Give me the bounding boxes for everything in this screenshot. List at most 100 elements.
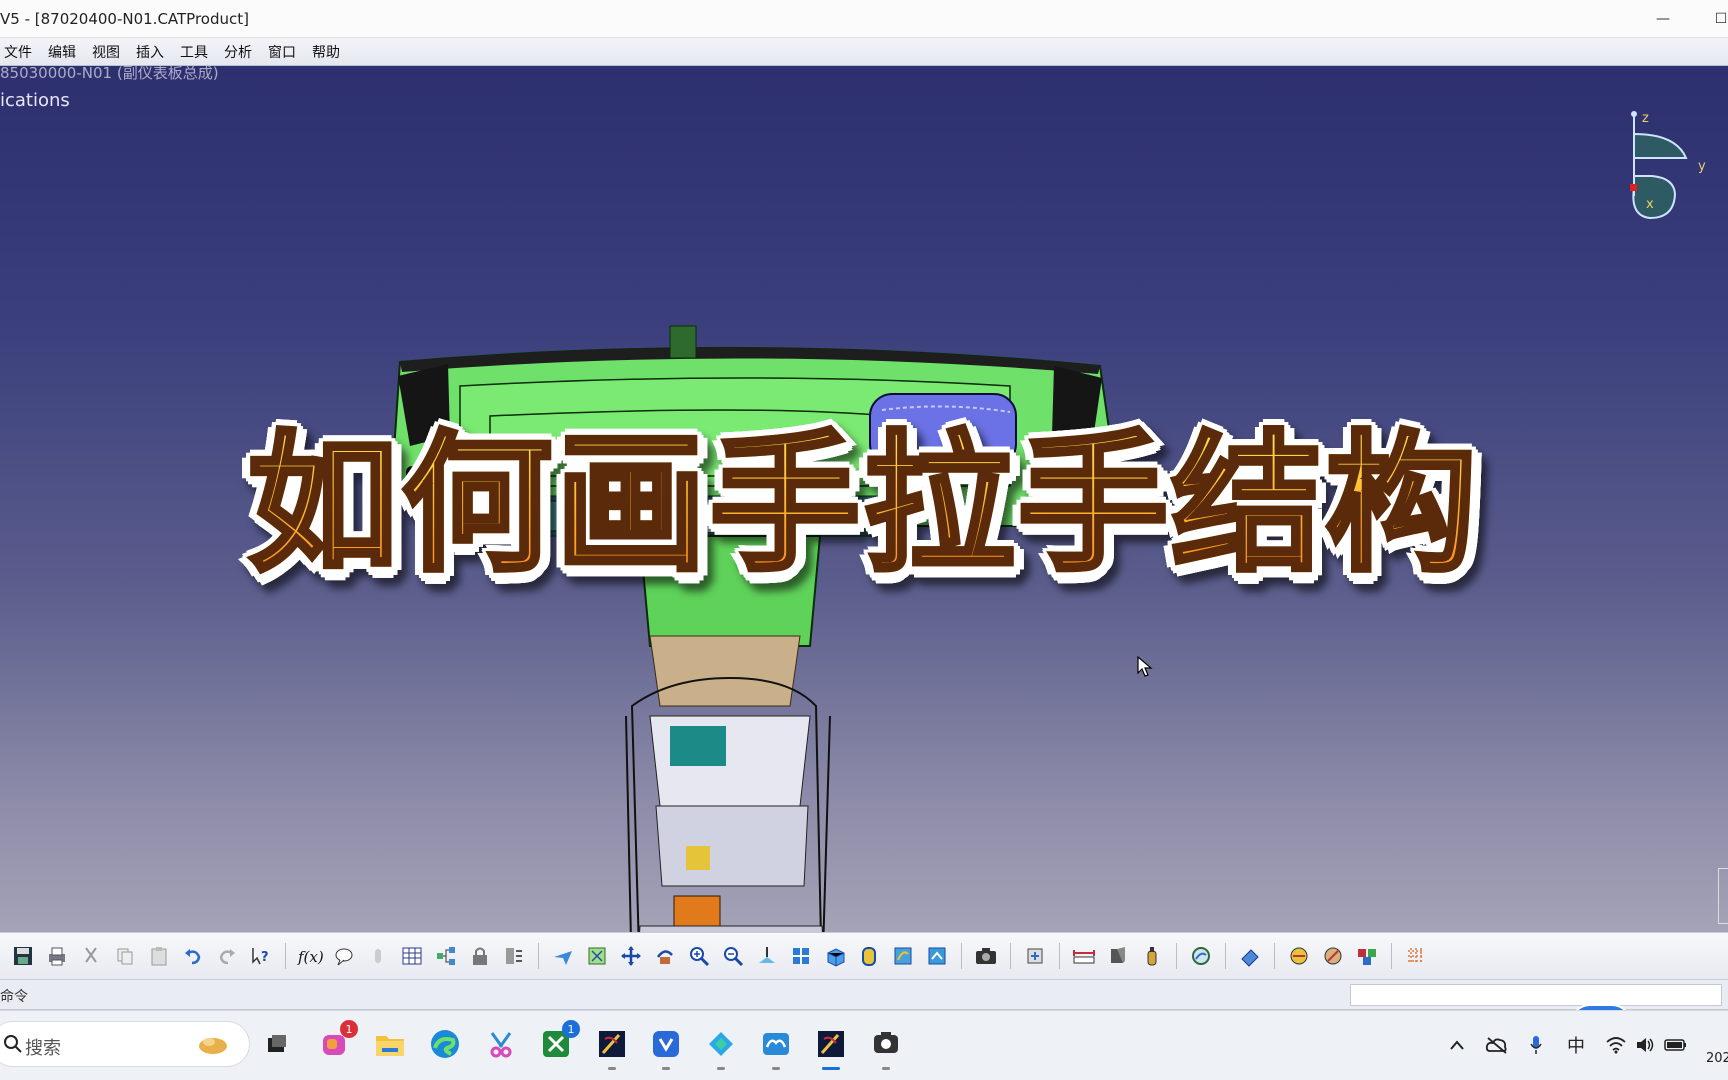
eraser-icon[interactable]	[1235, 941, 1265, 971]
cloud-offline-icon[interactable]	[1484, 1033, 1510, 1057]
security-app[interactable]	[648, 1026, 684, 1070]
mail-app[interactable]	[758, 1026, 794, 1070]
catia-app-1[interactable]	[594, 1026, 630, 1070]
task-view-app[interactable]	[259, 1026, 295, 1062]
cad-model[interactable]	[370, 286, 1130, 932]
save-icon[interactable]	[8, 941, 38, 971]
menu-insert[interactable]: 插入	[132, 42, 172, 62]
search-highlight-icon	[199, 1038, 227, 1054]
tree-root-node[interactable]: 85030000-N01 (副仪表板总成)	[0, 66, 219, 83]
compass-widget[interactable]: z y x	[1590, 108, 1710, 238]
fit-all-icon[interactable]	[582, 941, 612, 971]
snipping-icon	[490, 1032, 512, 1058]
table-icon[interactable]	[397, 941, 427, 971]
file-explorer-app[interactable]	[372, 1026, 408, 1062]
manipulate-icon[interactable]	[1103, 941, 1133, 971]
running-indicator	[882, 1067, 890, 1070]
normal-view-icon[interactable]	[752, 941, 782, 971]
compass-x-label: x	[1646, 197, 1654, 212]
measure-icon[interactable]	[1069, 941, 1099, 971]
sectioning-icon[interactable]	[1186, 941, 1216, 971]
apply-material-icon[interactable]	[1318, 941, 1348, 971]
minimize-button[interactable]: —	[1648, 6, 1678, 32]
wifi-icon[interactable]	[1604, 1033, 1628, 1057]
whats-this-icon[interactable]: ?	[246, 941, 276, 971]
update-icon[interactable]	[1020, 941, 1050, 971]
edge-app[interactable]	[427, 1026, 463, 1062]
toolbar-separator	[961, 943, 962, 969]
lock-icon[interactable]	[465, 941, 495, 971]
battery-icon[interactable]	[1664, 1033, 1688, 1057]
copy-icon[interactable]	[110, 941, 140, 971]
xbox-badge: 1	[562, 1020, 580, 1038]
tree-applications-node[interactable]: ications	[0, 90, 70, 111]
shading-icon[interactable]	[854, 941, 884, 971]
running-indicator	[662, 1067, 670, 1070]
command-input[interactable]	[1350, 984, 1722, 1006]
running-indicator	[772, 1067, 780, 1070]
window-title: V5 - [87020400-N01.CATProduct]	[0, 10, 249, 28]
folder-icon	[376, 1036, 404, 1056]
tree-icon[interactable]	[431, 941, 461, 971]
render-icon[interactable]	[1284, 941, 1314, 971]
screen-recorder-icon	[874, 1032, 898, 1053]
clash-icon[interactable]	[1137, 941, 1167, 971]
pan-icon[interactable]	[616, 941, 646, 971]
print-icon[interactable]	[42, 941, 72, 971]
edge-icon	[431, 1030, 459, 1058]
paste-icon[interactable]	[144, 941, 174, 971]
toolbar-separator	[1274, 943, 1275, 969]
viewport-edge-widget	[1718, 868, 1728, 924]
mouse-cursor-icon	[1137, 656, 1153, 677]
toolbar-separator	[1225, 943, 1226, 969]
catalog-icon[interactable]	[499, 941, 529, 971]
toolbar-separator	[538, 943, 539, 969]
zoom-in-icon[interactable]	[684, 941, 714, 971]
swap-space-icon[interactable]	[922, 941, 952, 971]
fly-mode-icon[interactable]	[548, 941, 578, 971]
formula-icon[interactable]: f(x)	[295, 941, 325, 971]
xbox-app[interactable]: 1	[538, 1020, 580, 1062]
volume-icon[interactable]	[1634, 1033, 1656, 1057]
copilot-badge: 1	[340, 1020, 358, 1038]
rotate-icon[interactable]	[650, 941, 680, 971]
hide-show-icon[interactable]	[888, 941, 918, 971]
color-icon[interactable]	[1352, 941, 1382, 971]
menu-view[interactable]: 视图	[88, 42, 128, 62]
menu-file[interactable]: 文件	[0, 42, 40, 62]
iso-view-icon[interactable]	[820, 941, 850, 971]
ime-indicator[interactable]: 中	[1564, 1033, 1588, 1057]
menu-edit[interactable]: 编辑	[44, 42, 84, 62]
zoom-out-icon[interactable]	[718, 941, 748, 971]
cloud-mail-icon	[763, 1033, 789, 1055]
snipping-tool-app[interactable]	[483, 1026, 519, 1062]
capture-app[interactable]	[868, 1026, 904, 1070]
taskbar-search[interactable]: 搜索	[0, 1021, 250, 1067]
knowledge-icon[interactable]	[363, 941, 393, 971]
maximize-button[interactable]: ☐	[1706, 6, 1728, 32]
menu-help[interactable]: 帮助	[308, 42, 348, 62]
running-indicator	[608, 1067, 616, 1070]
multi-view-icon[interactable]	[786, 941, 816, 971]
comment-icon[interactable]	[329, 941, 359, 971]
toolbar-separator	[1010, 943, 1011, 969]
undo-icon[interactable]	[178, 941, 208, 971]
active-indicator	[822, 1067, 840, 1070]
tray-overflow-icon[interactable]	[1446, 1033, 1468, 1057]
catia-app-active[interactable]	[813, 1026, 849, 1070]
menu-window[interactable]: 窗口	[264, 42, 304, 62]
svg-text:f(x): f(x)	[297, 948, 323, 966]
redo-icon[interactable]	[212, 941, 242, 971]
running-indicator	[717, 1067, 725, 1070]
copilot-app[interactable]: 1	[316, 1020, 358, 1062]
menu-tools[interactable]: 工具	[176, 42, 216, 62]
capture-icon[interactable]	[971, 941, 1001, 971]
compass-y-label: y	[1698, 159, 1706, 174]
feishu-app[interactable]	[703, 1026, 739, 1070]
menu-analyze[interactable]: 分析	[220, 42, 260, 62]
toolbar-separator	[1059, 943, 1060, 969]
clock-text[interactable]: 202	[1706, 1051, 1728, 1066]
microphone-icon[interactable]	[1526, 1033, 1546, 1057]
cut-icon[interactable]	[76, 941, 106, 971]
grid-icon[interactable]	[1401, 941, 1431, 971]
